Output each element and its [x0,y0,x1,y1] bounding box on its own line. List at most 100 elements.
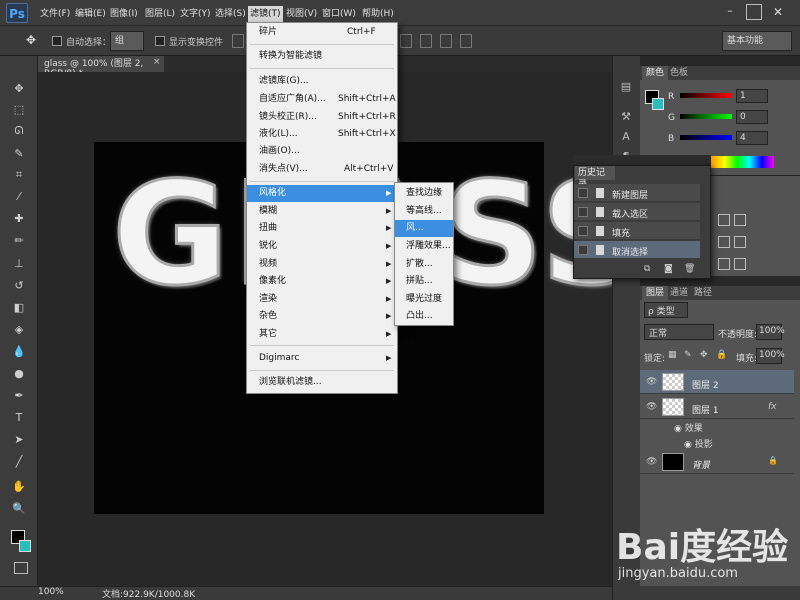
layer-effects-badge[interactable]: fx [768,402,777,412]
tab-channels[interactable]: 通道 [666,286,692,300]
type-icon[interactable]: T [9,409,29,427]
menu-item-pixelate[interactable]: 像素化 [247,273,397,290]
blue-value-input[interactable]: 4 [736,131,768,145]
tab-layers[interactable]: 图层 [642,286,669,300]
visibility-eye-icon[interactable]: 👁 [646,402,657,412]
menu-item-blur[interactable]: 模糊 [247,203,397,220]
maximize-icon[interactable] [746,4,762,20]
fill-input[interactable]: 100% [756,348,785,364]
tab-swatches[interactable]: 色板 [666,66,692,80]
color-background-swatch[interactable] [652,98,664,110]
menu-view[interactable]: 视图(V) [284,6,319,22]
close-tab-icon[interactable]: × [153,57,161,67]
eye-icon[interactable]: ◉ [684,440,695,450]
menu-item-distort[interactable]: 扭曲 [247,220,397,237]
auto-select-checkbox[interactable] [52,36,62,46]
menu-file[interactable]: 文件(F) [38,6,72,22]
history-snapshot-checkbox[interactable] [578,207,588,217]
distribute-icon[interactable] [400,34,412,48]
lock-all-icon[interactable]: 🔒 [716,350,727,360]
gradient-map-adjust-icon[interactable] [734,258,746,270]
submenu-item-extrude[interactable]: 凸出... [395,308,453,325]
distribute-horizontal-icon[interactable] [460,34,472,48]
history-snapshot-checkbox[interactable] [578,188,588,198]
submenu-item-find-edges[interactable]: 查找边缘 [395,185,453,202]
menu-item-noise[interactable]: 杂色 [247,308,397,325]
character-panel-icon[interactable]: A [617,130,635,146]
color-balance-adjust-icon[interactable] [718,236,730,248]
align-top-icon[interactable] [232,34,244,48]
green-slider[interactable] [680,114,732,119]
show-transform-checkbox[interactable] [155,36,165,46]
effects-row[interactable]: ◉ 效果 [674,421,703,434]
new-document-from-state-icon[interactable]: ⧉ [644,264,650,274]
clone-stamp-icon[interactable]: ⊥ [9,255,29,273]
layer-name[interactable]: 图层 2 [692,378,719,391]
dodge-icon[interactable]: ● [9,365,29,383]
tool-presets-icon[interactable]: ⚒ [617,110,635,126]
eraser-icon[interactable]: ◧ [9,299,29,317]
menu-item-stylize[interactable]: 风格化 [247,185,397,202]
history-panel-icon[interactable]: ▤ [617,80,635,96]
lock-position-icon[interactable]: ✥ [700,350,708,360]
opacity-input[interactable]: 100% [756,324,785,340]
distribute-center-icon[interactable] [420,34,432,48]
menu-type[interactable]: 文字(Y) [178,6,213,22]
background-color-swatch[interactable] [19,540,31,552]
quick-select-icon[interactable]: ✎ [9,145,29,163]
green-value-input[interactable]: 0 [736,110,768,124]
submenu-item-wind[interactable]: 风... [395,220,453,237]
line-icon[interactable]: ╱ [9,453,29,471]
distribute-bottom-icon[interactable] [440,34,452,48]
path-select-icon[interactable]: ➤ [9,431,29,449]
eyedropper-icon[interactable]: ⁄ [9,188,29,206]
curves-adjust-icon[interactable] [718,214,730,226]
auto-select-target-dropdown[interactable]: 组 [110,31,144,51]
tab-history[interactable]: 历史记录 [575,166,615,190]
history-brush-icon[interactable]: ↺ [9,277,29,295]
exposure-adjust-icon[interactable] [734,214,746,226]
submenu-item-tiles[interactable]: 拼贴... [395,273,453,290]
marquee-icon[interactable]: ⬚ [9,101,29,119]
red-slider[interactable] [680,93,732,98]
close-icon[interactable]: ✕ [768,4,788,20]
submenu-item-emboss[interactable]: 浮雕效果... [395,238,453,255]
menu-item-sharpen[interactable]: 锐化 [247,238,397,255]
menu-item-browse-filters-online[interactable]: 浏览联机滤镜... [247,374,397,391]
zoom-level[interactable]: 100% [38,587,64,597]
submenu-item-solarize[interactable]: 曝光过度 [395,291,453,308]
layer-name[interactable]: 背景 [692,458,710,471]
menu-layer[interactable]: 图层(L) [143,6,177,22]
menu-item-oil-paint[interactable]: 油画(O)... [247,143,397,160]
menu-item-render[interactable]: 渲染 [247,291,397,308]
blur-icon[interactable]: 💧 [9,343,29,361]
lock-transparent-icon[interactable]: ▦ [668,350,677,360]
posterize-adjust-icon[interactable] [718,258,730,270]
menu-window[interactable]: 窗口(W) [320,6,358,22]
menu-item-video[interactable]: 视频 [247,256,397,273]
healing-brush-icon[interactable]: ✚ [9,210,29,228]
submenu-item-diffuse[interactable]: 扩散... [395,256,453,273]
tab-paths[interactable]: 路径 [690,286,716,300]
document-tab[interactable]: glass @ 100% (图层 2, RGB/8) * [38,56,164,79]
zoom-icon[interactable]: 🔍 [9,500,29,518]
menu-item-other[interactable]: 其它 [247,326,397,343]
blend-mode-dropdown[interactable]: 正常 [644,324,714,340]
menu-item-convert-smart-filters[interactable]: 转换为智能滤镜 [247,48,397,65]
brush-icon[interactable]: ✏ [9,232,29,250]
workspace-dropdown[interactable]: 基本功能 [722,31,792,51]
menu-select[interactable]: 选择(S) [213,6,248,22]
minimize-icon[interactable]: – [722,4,738,20]
tab-color[interactable]: 颜色 [642,66,669,80]
trash-icon[interactable]: 🗑 [684,264,695,274]
move-icon[interactable]: ✥ [9,80,29,98]
snapshot-camera-icon[interactable]: ◙ [664,264,673,274]
layer-filter-kind-dropdown[interactable]: ρ 类型 [644,302,688,318]
layer-name[interactable]: 图层 1 [692,403,719,416]
color-spectrum[interactable] [700,156,774,168]
menu-image[interactable]: 图像(I) [108,6,140,22]
history-item[interactable] [574,222,700,240]
channel-mixer-adjust-icon[interactable] [734,236,746,248]
menu-item-digimarc[interactable]: Digimarc [247,350,397,367]
history-snapshot-checkbox[interactable] [578,245,588,255]
